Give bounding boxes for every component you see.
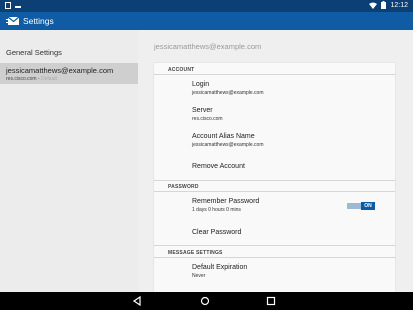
download-notification-icon	[15, 2, 21, 8]
account-server: res.cisco.com - Default	[6, 76, 57, 82]
divider	[154, 191, 395, 192]
section-message-settings: MESSAGE SETTINGS	[168, 250, 223, 256]
settings-card: ACCOUNT Login jessicamatthews@example.co…	[154, 63, 395, 292]
account-header: jessicamatthews@example.com	[154, 42, 262, 51]
settings-nav-pane: General Settings jessicamatthews@example…	[0, 30, 138, 292]
back-icon[interactable]	[132, 296, 142, 306]
account-settings-pane: jessicamatthews@example.com ACCOUNT Logi…	[138, 30, 413, 292]
remember-password-title[interactable]: Remember Password	[192, 198, 259, 205]
wifi-icon	[369, 2, 378, 9]
default-expiration-title[interactable]: Default Expiration	[192, 264, 247, 271]
remember-password-toggle[interactable]: ON	[347, 202, 375, 210]
login-title[interactable]: Login	[192, 81, 209, 88]
recents-icon[interactable]	[266, 296, 276, 306]
notification-icons	[5, 2, 21, 9]
divider	[154, 74, 395, 75]
system-icons: 12:12	[369, 1, 408, 9]
screenshot-notification-icon	[5, 2, 11, 9]
server-title[interactable]: Server	[192, 107, 213, 114]
divider	[154, 245, 395, 246]
divider	[154, 180, 395, 181]
toggle-knob: ON	[361, 202, 375, 210]
section-account: ACCOUNT	[168, 67, 195, 73]
section-password: PASSWORD	[168, 184, 199, 190]
battery-icon	[381, 1, 387, 9]
home-icon[interactable]	[200, 296, 210, 306]
clear-password-button[interactable]: Clear Password	[192, 229, 241, 236]
default-expiration-value: Never	[192, 273, 206, 279]
account-email: jessicamatthews@example.com	[6, 66, 114, 75]
divider	[154, 257, 395, 258]
app-bar: Settings	[0, 12, 413, 30]
system-nav-bar	[0, 292, 413, 310]
alias-title[interactable]: Account Alias Name	[192, 133, 255, 140]
alias-value: jessicamatthews@example.com	[192, 142, 264, 148]
remove-account-button[interactable]: Remove Account	[192, 163, 245, 170]
status-time: 12:12	[390, 1, 408, 9]
account-server-name: res.cisco.com -	[6, 76, 42, 82]
account-list-item[interactable]: jessicamatthews@example.com res.cisco.co…	[0, 63, 138, 84]
server-value: res.cisco.com	[192, 116, 223, 122]
envelope-icon[interactable]	[6, 16, 20, 26]
status-bar: 12:12	[0, 0, 413, 12]
account-default-label: Default	[41, 76, 57, 82]
login-value: jessicamatthews@example.com	[192, 90, 264, 96]
general-settings-item[interactable]: General Settings	[6, 48, 62, 57]
remember-password-duration: 1 days 0 hours 0 mins	[192, 207, 241, 213]
page-title: Settings	[23, 16, 54, 26]
